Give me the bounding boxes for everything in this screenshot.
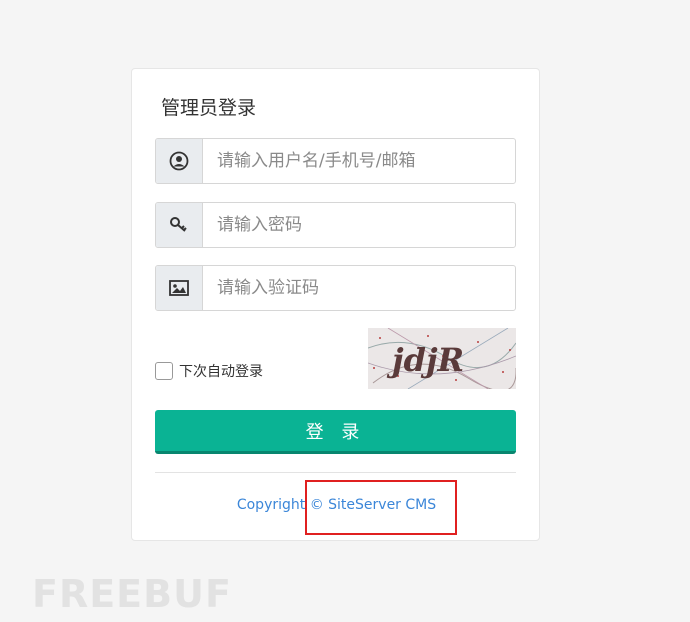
page-title: 管理员登录 [161, 97, 257, 119]
user-icon [156, 139, 203, 183]
password-field [155, 202, 516, 248]
remember-me[interactable]: 下次自动登录 [155, 361, 263, 381]
captcha-field [155, 265, 516, 311]
captcha-image[interactable]: jdjR [368, 328, 516, 389]
image-icon [156, 266, 203, 310]
username-input[interactable] [203, 139, 515, 183]
password-input[interactable] [203, 203, 515, 247]
captcha-text: jdjR [386, 341, 464, 379]
captcha-input[interactable] [203, 266, 515, 310]
watermark-logo: FREEBUF [32, 572, 232, 616]
remember-label: 下次自动登录 [179, 364, 263, 380]
divider [155, 472, 516, 473]
username-field [155, 138, 516, 184]
login-button[interactable]: 登 录 [155, 410, 516, 454]
highlight-annotation [305, 480, 457, 535]
remember-checkbox[interactable] [155, 362, 173, 380]
key-icon [156, 203, 203, 247]
login-card: 管理员登录 下 [131, 68, 540, 541]
copyright-prefix: Copyright [236, 497, 310, 513]
